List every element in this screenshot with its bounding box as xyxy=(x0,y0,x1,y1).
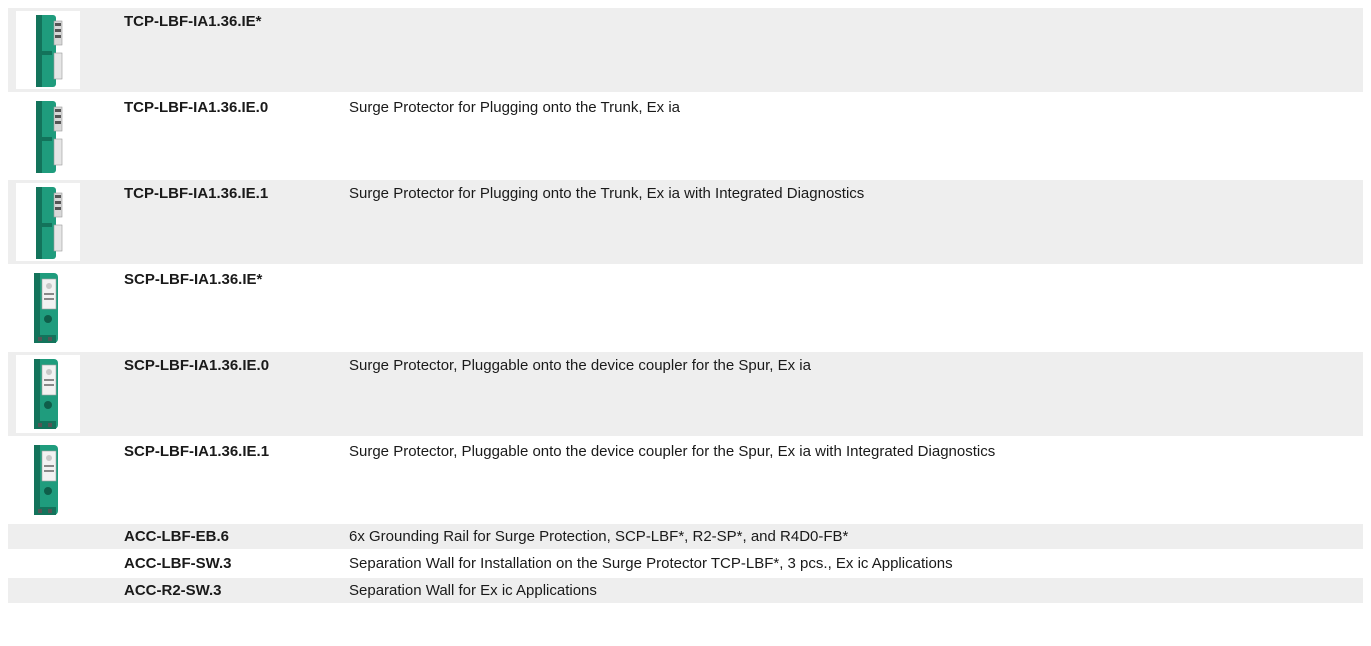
scp-surge-protector-icon xyxy=(34,273,58,343)
product-description: Separation Wall for Installation on the … xyxy=(349,555,953,572)
table-row: SCP-LBF-IA1.36.IE.1 Surge Protector, Plu… xyxy=(8,438,1363,524)
product-code: SCP-LBF-IA1.36.IE.0 xyxy=(124,357,270,374)
image-cell xyxy=(8,352,84,436)
table-row: ACC-LBF-EB.6 6x Grounding Rail for Surge… xyxy=(8,524,1363,551)
product-thumbnail xyxy=(16,269,80,347)
product-thumbnail xyxy=(16,441,80,519)
scp-surge-protector-icon xyxy=(34,445,58,515)
product-code: TCP-LBF-IA1.36.IE.1 xyxy=(124,185,269,202)
table-row: TCP-LBF-IA1.36.IE.0 Surge Protector for … xyxy=(8,94,1363,180)
product-description: Surge Protector for Plugging onto the Tr… xyxy=(349,185,865,202)
tcp-surge-protector-icon xyxy=(36,101,63,173)
product-table: TCP-LBF-IA1.36.IE* TCP-LBF-IA1.36.IE.0 S… xyxy=(8,8,1363,605)
table-row: SCP-LBF-IA1.36.IE.0 Surge Protector, Plu… xyxy=(8,352,1363,438)
product-description xyxy=(349,266,1363,350)
product-thumbnail xyxy=(16,11,80,89)
product-description xyxy=(349,8,1363,92)
table-row: ACC-R2-SW.3 Separation Wall for Ex ic Ap… xyxy=(8,578,1363,605)
product-description: Surge Protector, Pluggable onto the devi… xyxy=(349,357,811,374)
product-code: ACC-R2-SW.3 xyxy=(124,582,222,599)
table-row: TCP-LBF-IA1.36.IE* xyxy=(8,8,1363,94)
product-description: Surge Protector, Pluggable onto the devi… xyxy=(349,443,996,460)
product-code: TCP-LBF-IA1.36.IE* xyxy=(124,13,262,30)
table-row: TCP-LBF-IA1.36.IE.1 Surge Protector for … xyxy=(8,180,1363,266)
product-thumbnail xyxy=(16,97,80,175)
image-cell xyxy=(8,438,84,522)
image-cell xyxy=(8,94,84,178)
product-code: SCP-LBF-IA1.36.IE* xyxy=(124,271,263,288)
table-row: ACC-LBF-SW.3 Separation Wall for Install… xyxy=(8,551,1363,578)
tcp-surge-protector-icon xyxy=(36,15,63,87)
product-code: TCP-LBF-IA1.36.IE.0 xyxy=(124,99,269,116)
image-cell xyxy=(8,180,84,264)
product-code: ACC-LBF-SW.3 xyxy=(124,555,232,572)
image-cell xyxy=(8,266,84,350)
product-code: SCP-LBF-IA1.36.IE.1 xyxy=(124,443,270,460)
product-thumbnail xyxy=(16,355,80,433)
scp-surge-protector-icon xyxy=(34,359,58,429)
table-row: SCP-LBF-IA1.36.IE* xyxy=(8,266,1363,352)
product-thumbnail xyxy=(16,183,80,261)
product-description: Separation Wall for Ex ic Applications xyxy=(349,582,597,599)
image-cell xyxy=(8,8,84,92)
product-description: 6x Grounding Rail for Surge Protection, … xyxy=(349,528,849,545)
product-description: Surge Protector for Plugging onto the Tr… xyxy=(349,99,681,116)
tcp-surge-protector-icon xyxy=(36,187,63,259)
product-code: ACC-LBF-EB.6 xyxy=(124,528,229,545)
